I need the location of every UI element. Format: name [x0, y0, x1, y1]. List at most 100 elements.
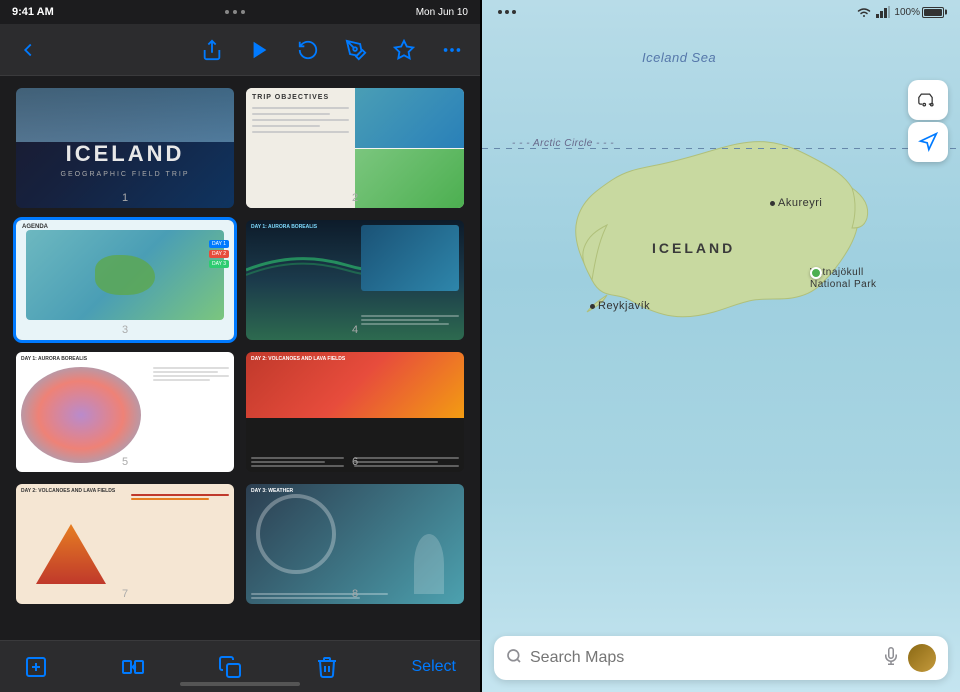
iceland-country-label: ICELAND — [652, 240, 735, 256]
slide-item-5[interactable]: DAY 1: AURORA BOREALIS 5 — [16, 352, 234, 472]
slide-item-6[interactable]: DAY 2: VOLCANOES AND LAVA FIELDS 6 — [246, 352, 464, 472]
slide2-bg: TRIP OBJECTIVES — [246, 88, 464, 208]
status-date: Mon Jun 10 — [416, 7, 468, 18]
dot3 — [512, 10, 516, 14]
slide4-text — [361, 315, 459, 325]
slide-item-2[interactable]: TRIP OBJECTIVES 2 — [246, 88, 464, 208]
signal-icon — [876, 6, 890, 18]
iceland-svg — [512, 80, 932, 380]
search-icon — [506, 648, 522, 669]
slide7-bg: DAY 2: VOLCANOES AND LAVA FIELDS — [16, 484, 234, 604]
slide-item-3[interactable]: AGENDA DAY 1 DAY 2 DAY 3 3 — [16, 220, 234, 340]
pencil-button[interactable] — [344, 38, 368, 62]
status-dot-2 — [233, 10, 237, 14]
maps-status-right: 100% — [856, 6, 944, 18]
status-time: 9:41 AM — [12, 6, 54, 18]
maps-panel: - - - Arctic Circle - - - Iceland Sea IC… — [482, 0, 960, 692]
vatnajokull-marker-group: VatnajökullNational Park — [810, 267, 877, 291]
slide-item-1[interactable]: ICELAND GEOGRAPHIC FIELD TRIP 1 — [16, 88, 234, 208]
park-marker-vatnajokull — [810, 267, 822, 279]
slide6-bg: DAY 2: VOLCANOES AND LAVA FIELDS — [246, 352, 464, 472]
slide-thumb-4: DAY 1: AURORA BOREALIS — [246, 220, 464, 340]
slide-thumb-5: DAY 1: AURORA BOREALIS — [16, 352, 234, 472]
slide2-img1 — [355, 88, 464, 148]
home-indicator — [180, 682, 300, 686]
slide3-bg: AGENDA DAY 1 DAY 2 DAY 3 — [16, 220, 234, 340]
toolbar-center — [200, 38, 464, 62]
slide2-line5 — [252, 131, 349, 133]
slide2-line2 — [252, 113, 330, 115]
slide-number-8: 8 — [352, 588, 358, 600]
add-slide-button[interactable] — [24, 655, 48, 679]
slide-item-8[interactable]: DAY 3: WEATHER 8 — [246, 484, 464, 604]
slide-item-7[interactable]: DAY 2: VOLCANOES AND LAVA FIELDS 7 — [16, 484, 234, 604]
toolbar-left — [16, 38, 40, 62]
city-dot-akureyri — [770, 201, 775, 206]
maps-controls — [908, 80, 948, 162]
slide1-title: ICELAND — [16, 141, 234, 167]
microphone-icon[interactable] — [882, 647, 900, 670]
back-button[interactable] — [16, 38, 40, 62]
keynote-panel: 9:41 AM Mon Jun 10 — [0, 0, 480, 692]
battery-percent: 100% — [894, 7, 920, 18]
slide2-right — [355, 88, 464, 208]
play-button[interactable] — [248, 38, 272, 62]
map-background: - - - Arctic Circle - - - Iceland Sea IC… — [482, 0, 960, 692]
undo-button[interactable] — [296, 38, 320, 62]
avatar[interactable] — [908, 644, 936, 672]
slide4-bg: DAY 1: AURORA BOREALIS — [246, 220, 464, 340]
maps-status-dots — [498, 10, 516, 14]
transition-button[interactable] — [121, 655, 145, 679]
akureyri-marker: Akureyri — [770, 197, 822, 209]
status-dot-1 — [225, 10, 229, 14]
slide1-subtitle: GEOGRAPHIC FIELD TRIP — [16, 171, 234, 178]
slide-item-4[interactable]: DAY 1: AURORA BOREALIS 4 — [246, 220, 464, 340]
slide4-header: DAY 1: AURORA BOREALIS — [251, 224, 317, 230]
slide2-line3 — [252, 119, 349, 121]
select-button[interactable]: Select — [412, 658, 456, 676]
avatar-image — [908, 644, 936, 672]
car-icon — [918, 90, 938, 110]
delete-button[interactable] — [315, 655, 339, 679]
slide2-img2 — [355, 149, 464, 209]
mic-svg — [882, 647, 900, 665]
slide5-graphic — [21, 367, 141, 463]
slide6-header: DAY 2: VOLCANOES AND LAVA FIELDS — [251, 356, 345, 362]
slide7-header: DAY 2: VOLCANOES AND LAVA FIELDS — [21, 488, 115, 494]
share-button[interactable] — [200, 38, 224, 62]
maps-status-bar: 100% — [482, 0, 960, 24]
slide8-person — [414, 534, 444, 594]
battery-fill — [924, 9, 942, 16]
slide3-iceland-shape — [95, 255, 155, 295]
slide2-line — [252, 107, 349, 109]
keynote-toolbar — [0, 24, 480, 76]
akureyri-label: Akureyri — [778, 197, 822, 209]
dot2 — [505, 10, 509, 14]
reykjavik-marker: Reykjavík — [590, 300, 650, 312]
slide-number-2: 2 — [352, 192, 358, 204]
city-dot-reykjavik — [590, 304, 595, 309]
slide-thumb-2: TRIP OBJECTIVES — [246, 88, 464, 208]
more-button[interactable] — [440, 38, 464, 62]
slides-container: ICELAND GEOGRAPHIC FIELD TRIP 1 TRIP OBJ… — [0, 76, 480, 640]
reykjavik-label: Reykjavík — [598, 300, 650, 312]
wifi-icon — [856, 6, 872, 18]
maps-search-bar[interactable] — [494, 636, 948, 680]
search-svg — [506, 648, 522, 664]
battery-group: 100% — [894, 7, 944, 18]
slide3-map — [26, 230, 224, 320]
drive-mode-button[interactable] — [908, 80, 948, 120]
slide-number-5: 5 — [122, 456, 128, 468]
slide2-line4 — [252, 125, 320, 127]
slide-number-6: 6 — [352, 456, 358, 468]
slide1-bg: ICELAND GEOGRAPHIC FIELD TRIP — [16, 88, 234, 208]
shapes-button[interactable] — [392, 38, 416, 62]
search-input[interactable] — [530, 649, 874, 667]
slide4-photo — [361, 225, 459, 291]
location-button[interactable] — [908, 122, 948, 162]
slide2-left: TRIP OBJECTIVES — [246, 88, 355, 208]
battery-icon — [922, 7, 944, 18]
duplicate-button[interactable] — [218, 655, 242, 679]
slide8-swirl — [256, 494, 336, 574]
slide5-header: DAY 1: AURORA BOREALIS — [21, 356, 87, 362]
